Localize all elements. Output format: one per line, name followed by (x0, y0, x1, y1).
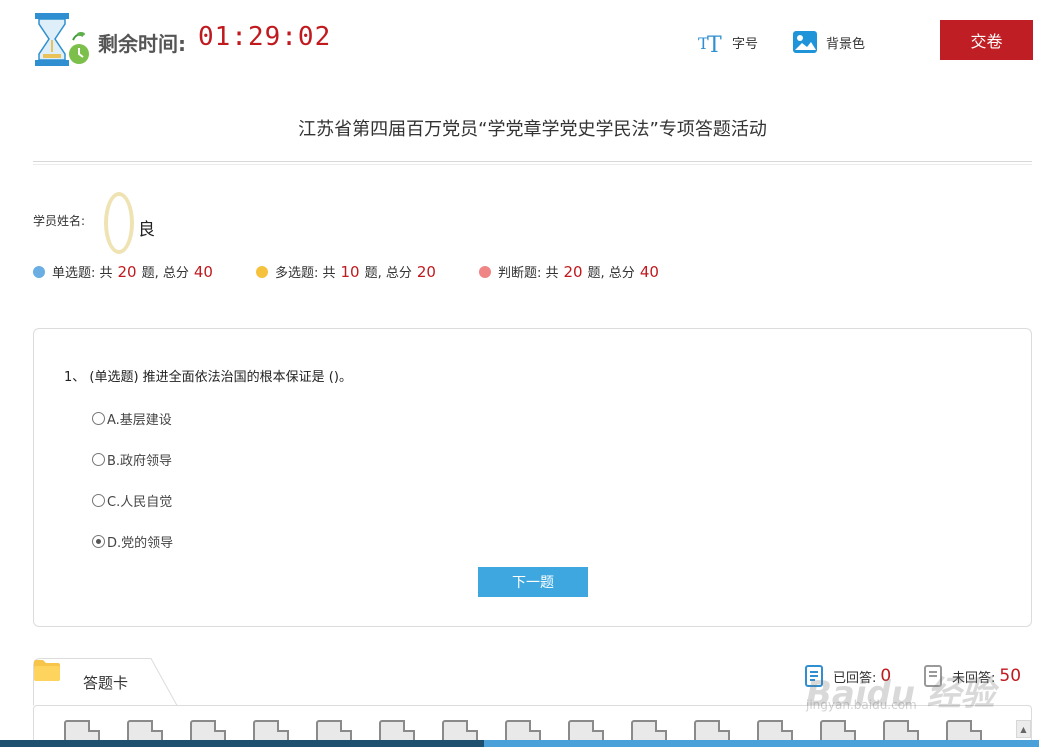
stat-prefix: 单选题: 共 (52, 266, 113, 281)
font-size-icon: T T (698, 33, 722, 54)
font-size-button[interactable]: T T 字号 (698, 30, 758, 54)
next-question-button[interactable]: 下一题 (478, 567, 588, 597)
option-b-radio[interactable] (92, 453, 105, 466)
stat-mid: 题, 总分 (141, 266, 189, 281)
font-size-label: 字号 (732, 36, 759, 52)
image-icon (793, 31, 817, 53)
question-panel: 1、 (单选题) 推进全面依法治国的根本保证是 ()。 A.基层建设 B.政府领… (33, 328, 1032, 627)
student-name-value: 良 (138, 220, 155, 240)
stat-score: 40 (639, 262, 659, 281)
option-a-radio[interactable] (92, 412, 105, 425)
stat-single-choice: 单选题: 共 20 题, 总分 40 (33, 262, 218, 281)
page-title: 江苏省第四届百万党员“学党章学党史学民法”专项答题活动 (298, 119, 767, 140)
stat-mid: 题, 总分 (364, 266, 412, 281)
student-name-label: 学员姓名: (33, 214, 86, 228)
stat-count: 10 (340, 262, 360, 281)
stat-score: 20 (416, 262, 436, 281)
stat-multiple-choice: 多选题: 共 10 题, 总分 20 (255, 262, 441, 281)
option-a[interactable]: A.基层建设 (92, 409, 172, 428)
option-a-label: A.基层建设 (107, 413, 172, 428)
option-b-label: B.政府领导 (107, 454, 173, 469)
question-stats: 单选题: 共 20 题, 总分 40 多选题: 共 10 题, 总分 20 判断… (33, 262, 702, 281)
option-d-radio[interactable] (92, 535, 105, 548)
stat-score: 40 (193, 262, 213, 281)
option-d-label: D.党的领导 (107, 536, 174, 551)
time-remaining-label: 剩余时间: (98, 32, 186, 56)
true-false-dot (478, 265, 491, 278)
background-color-label: 背景色 (826, 36, 866, 52)
baidu-watermark: Baidu 经验 jingyan.baidu.com (806, 636, 1006, 716)
stat-true-false: 判断题: 共 20 题, 总分 40 (478, 262, 664, 281)
title-divider (33, 161, 1032, 165)
scroll-up-arrow[interactable]: ▲ (1016, 720, 1031, 738)
hourglass-icon (35, 13, 89, 66)
watermark-url: jingyan.baidu.com (806, 698, 917, 712)
option-d[interactable]: D.党的领导 (92, 532, 173, 551)
background-color-button[interactable]: 背景色 (792, 30, 865, 54)
question-text: 1、 (单选题) 推进全面依法治国的根本保证是 ()。 (64, 370, 352, 385)
name-redaction-mark (104, 192, 134, 254)
stat-mid: 题, 总分 (587, 266, 635, 281)
footer-bar (0, 740, 1039, 747)
single-choice-dot (33, 265, 45, 278)
stat-prefix: 判断题: 共 (497, 266, 559, 281)
stat-count: 20 (563, 262, 583, 281)
multiple-choice-dot (255, 265, 268, 278)
stat-count: 20 (117, 262, 137, 281)
student-info: 学员姓名: (33, 212, 85, 229)
answer-card-label: 答题卡 (83, 674, 129, 692)
option-c-label: C.人民自觉 (107, 495, 173, 510)
footer-bar-highlight (484, 740, 1039, 747)
option-c-radio[interactable] (92, 494, 105, 507)
submit-exam-button[interactable]: 交卷 (940, 20, 1033, 60)
answer-card-tab[interactable]: 答题卡 (33, 658, 178, 706)
svg-text:T: T (707, 33, 722, 54)
option-b[interactable]: B.政府领导 (92, 450, 172, 469)
time-remaining-value: 01:29:02 (198, 22, 332, 52)
folder-icon (34, 660, 60, 681)
stat-prefix: 多选题: 共 (274, 266, 336, 281)
option-c[interactable]: C.人民自觉 (92, 491, 172, 510)
